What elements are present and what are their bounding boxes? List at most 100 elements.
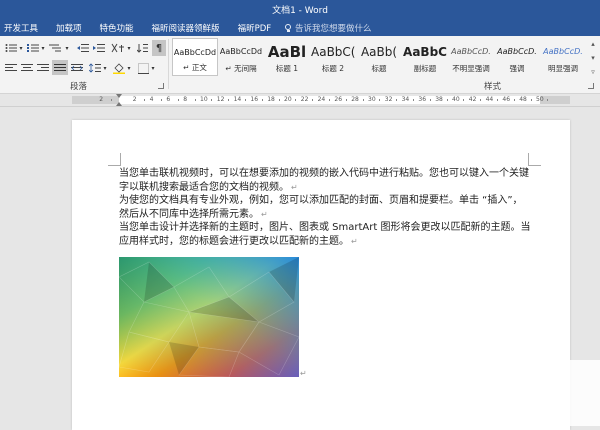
ruler-number: 24 (317, 96, 326, 103)
line-spacing-icon (89, 63, 101, 73)
ruler-number: 14 (233, 96, 242, 103)
ruler-number: 16 (250, 96, 259, 103)
style-name: 副标题 (413, 64, 437, 73)
paragraph[interactable]: 当您单击联机视频时，可以在想要添加的视频的嵌入代码中进行粘贴。您也可以键入一个关… (119, 167, 531, 194)
line-spacing-button[interactable] (88, 62, 102, 74)
chevron-down-icon[interactable]: ▾ (40, 42, 46, 54)
style-no-spacing[interactable]: AaBbCcDd ↵ 无间隔 (218, 38, 264, 76)
tab-addins[interactable]: 加载项 (47, 20, 91, 36)
ruler-number: 22 (300, 96, 309, 103)
style-subtle-emphasis[interactable]: AaBbCcD. 不明显强调 (448, 38, 494, 76)
ruler-number: 10 (200, 96, 208, 103)
tab-foxit-pdf[interactable]: 福昕PDF (229, 20, 281, 36)
decrease-indent-button[interactable] (76, 42, 90, 54)
multilevel-list-button[interactable] (48, 42, 62, 54)
ruler-tick (530, 99, 532, 101)
paragraph[interactable]: 为使您的文档具有专业外观，例如，您可以添加匹配的封面、页眉和提要栏。单击 “插入… (119, 194, 531, 221)
ruler-tick (144, 99, 146, 101)
ruler-number: 44 (485, 96, 494, 103)
ruler-number: 28 (351, 96, 359, 103)
ruler-tick (312, 99, 314, 101)
ruler-number: 18 (267, 96, 275, 103)
more-icon[interactable]: ▿ (591, 68, 595, 76)
styles-gallery: AaBbCcDd ↵ 正文 AaBbCcDd ↵ 无间隔 AaBl 标题 1 A… (172, 38, 586, 78)
tab-developer[interactable]: 开发工具 (0, 20, 47, 36)
style-preview: AaBbCcDd (173, 48, 217, 57)
tab-features[interactable]: 特色功能 (91, 20, 143, 36)
gallery-scroll[interactable]: ▴ ▾ ▿ (588, 40, 598, 76)
ruler-tick (211, 99, 213, 101)
show-marks-button[interactable]: ¶ (152, 40, 166, 56)
chevron-down-icon[interactable]: ▾ (18, 42, 24, 54)
style-title[interactable]: AaBb( 标题 (356, 38, 402, 76)
style-subtitle[interactable]: AaBbC 副标题 (402, 38, 448, 76)
increase-indent-button[interactable] (92, 42, 106, 54)
inserted-image[interactable] (119, 257, 299, 377)
hanging-indent-marker[interactable] (116, 102, 122, 106)
chinese-layout-icon (111, 43, 124, 53)
ruler-tick (295, 99, 297, 101)
document-body[interactable]: 当您单击联机视频时，可以在想要添加的视频的嵌入代码中进行粘贴。您也可以键入一个关… (119, 167, 531, 248)
paragraph-mark: ↵ (300, 369, 307, 378)
chevron-down-icon[interactable]: ▾ (126, 62, 132, 74)
ruler-tick (245, 99, 246, 101)
ruler-number: 34 (401, 96, 410, 103)
align-left-icon (5, 64, 17, 71)
numbering-button[interactable] (26, 42, 40, 54)
align-right-button[interactable] (36, 62, 50, 74)
style-name: 标题 (371, 64, 387, 73)
ruler-tick (194, 99, 196, 101)
ruler-tick (547, 99, 549, 101)
horizontal-ruler[interactable]: 2 2 4 6 8 10 12 14 16 18 20 22 24 26 28 30 32 34 36 38 40 42 4… (0, 94, 600, 107)
chevron-down-icon[interactable]: ▾ (102, 62, 108, 74)
ruler-tick (362, 99, 364, 101)
shading-button[interactable] (112, 62, 126, 74)
align-left-button[interactable] (4, 62, 18, 74)
chevron-up-icon[interactable]: ▴ (591, 40, 595, 48)
sort-button[interactable] (136, 42, 150, 54)
align-center-button[interactable] (20, 62, 34, 74)
tab-foxit-reader[interactable]: 福昕阅读器领鲜版 (143, 20, 229, 36)
ruler-tick (329, 99, 330, 101)
style-intense-emphasis[interactable]: AaBbCcD. 明显强调 (540, 38, 586, 76)
style-preview: AaBbCcD. (451, 47, 491, 56)
ruler-tick (177, 99, 179, 101)
decrease-indent-icon (77, 44, 89, 52)
bullets-button[interactable] (4, 42, 18, 54)
title-bar: 文档1 - Word 开发工具 加载项 特色功能 福昕阅读器领鲜版 福昕PDF … (0, 0, 600, 36)
chevron-down-icon[interactable]: ▾ (591, 54, 595, 62)
pilcrow-icon: ¶ (155, 42, 163, 54)
borders-button[interactable] (136, 62, 150, 74)
style-emphasis[interactable]: AaBbCcD. 强调 (494, 38, 540, 76)
chevron-down-icon[interactable]: ▾ (150, 62, 156, 74)
ruler-tick (228, 99, 230, 101)
style-name: ↵ 无间隔 (225, 64, 257, 73)
ribbon-tabs: 开发工具 加载项 特色功能 福昕阅读器领鲜版 福昕PDF (0, 20, 280, 36)
paragraph[interactable]: 当您单击设计并选择新的主题时，图片、图表或 SmartArt 图形将会更改以匹配… (119, 221, 531, 248)
ruler-number: 30 (368, 96, 376, 103)
paragraph-dialog-launcher[interactable] (158, 83, 164, 89)
ruler-number: 46 (502, 96, 511, 103)
justify-button[interactable] (52, 60, 68, 75)
style-name: 不明显强调 (452, 64, 490, 73)
style-preview: AaBbC( (311, 45, 355, 59)
tell-me-box[interactable]: 告诉我您想要做什么 (285, 20, 372, 34)
chinese-layout-button[interactable] (110, 42, 126, 54)
chevron-down-icon[interactable]: ▾ (64, 42, 70, 54)
style-heading-1[interactable]: AaBl 标题 1 (264, 38, 310, 76)
ruler-tick (480, 99, 482, 101)
styles-dialog-launcher[interactable] (588, 83, 594, 89)
paragraph-text: 当您单击设计并选择新的主题时，图片、图表或 SmartArt 图形将会更改以匹配… (119, 222, 531, 247)
ruler-number: 42 (468, 96, 477, 103)
style-preview: AaBbCcDd (219, 47, 263, 56)
style-heading-2[interactable]: AaBbC( 标题 2 (310, 38, 356, 76)
paragraph-text: 为使您的文档具有专业外观，例如，您可以添加匹配的封面、页眉和提要栏。单击 “插入… (119, 195, 523, 220)
ruler-tick (379, 99, 381, 101)
style-normal[interactable]: AaBbCcDd ↵ 正文 (172, 38, 218, 76)
multilevel-list-icon (49, 44, 61, 52)
ruler-tick (463, 99, 465, 101)
distributed-button[interactable] (70, 62, 84, 74)
first-line-indent-marker[interactable] (116, 94, 122, 98)
chevron-down-icon[interactable]: ▾ (126, 42, 132, 54)
ruler-tick (278, 99, 280, 101)
